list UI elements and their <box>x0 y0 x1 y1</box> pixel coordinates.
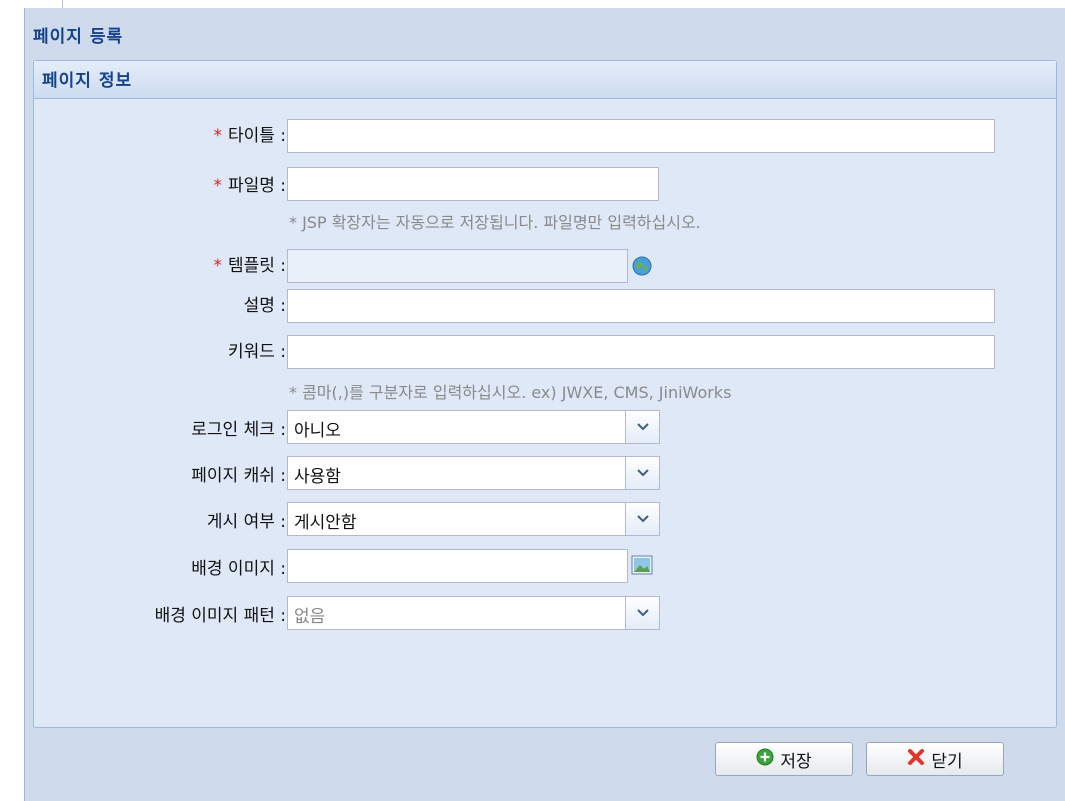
plus-circle-icon <box>756 748 774 771</box>
publish-value: 게시안함 <box>294 513 357 533</box>
template-label-text: 템플릿 : <box>227 256 286 276</box>
page-cache-label-text: 페이지 캐쉬 : <box>191 466 286 486</box>
divider <box>62 0 63 8</box>
filename-label: * 파일명 : <box>42 171 286 196</box>
filename-label-text: 파일명 : <box>227 176 286 196</box>
fieldset-title: 페이지 정보 <box>42 71 133 91</box>
publish-label: 게시 여부 : <box>42 507 286 532</box>
top-strip <box>0 0 1065 8</box>
template-label: * 템플릿 : <box>42 251 286 276</box>
bg-image-label-text: 배경 이미지 : <box>191 559 286 579</box>
chevron-down-icon[interactable] <box>625 597 659 629</box>
bg-image-label: 배경 이미지 : <box>42 554 286 579</box>
keywords-input[interactable] <box>287 335 995 369</box>
save-label: 저장 <box>780 751 812 772</box>
keywords-label-text: 키워드 : <box>227 342 286 362</box>
keywords-label: 키워드 : <box>42 337 286 362</box>
page-info-fieldset: 페이지 정보 * 타이틀 : * 파일명 : * JSP 확장자는 자동으로 저장됩… <box>33 60 1057 728</box>
publish-label-text: 게시 여부 : <box>206 512 286 532</box>
title-input[interactable] <box>287 119 995 153</box>
filename-hint: * JSP 확장자는 자동으로 저장됩니다. 파일명만 입력하십시오. <box>289 213 701 232</box>
template-input[interactable] <box>287 249 628 283</box>
required-mark: * <box>213 176 222 196</box>
footer: 저장 닫기 <box>25 728 1065 801</box>
fieldset-header: 페이지 정보 <box>34 61 1056 99</box>
window-title: 페이지 등록 <box>33 27 124 47</box>
globe-icon[interactable] <box>629 253 655 279</box>
page-cache-value: 사용함 <box>294 467 341 487</box>
description-input[interactable] <box>287 289 995 323</box>
required-mark: * <box>213 256 222 276</box>
title-label-text: 타이틀 : <box>227 126 286 146</box>
close-button[interactable]: 닫기 <box>866 742 1004 776</box>
login-check-label: 로그인 체크 : <box>42 415 286 440</box>
close-x-icon <box>907 748 925 771</box>
publish-select[interactable]: 게시안함 <box>287 502 660 536</box>
page: 페이지 등록 페이지 정보 * 타이틀 : * 파일명 : * JSP 확장자는 자… <box>0 0 1065 801</box>
bg-pattern-label-text: 배경 이미지 패턴 : <box>154 606 286 626</box>
login-check-label-text: 로그인 체크 : <box>191 420 286 440</box>
login-check-value: 아니오 <box>294 421 341 441</box>
bg-image-input[interactable] <box>287 549 628 583</box>
image-icon[interactable] <box>629 552 655 578</box>
bg-pattern-label: 배경 이미지 패턴 : <box>42 601 286 626</box>
chevron-down-icon[interactable] <box>625 503 659 535</box>
chevron-down-icon[interactable] <box>625 457 659 489</box>
title-label: * 타이틀 : <box>42 121 286 146</box>
close-label: 닫기 <box>931 751 963 772</box>
save-button[interactable]: 저장 <box>715 742 853 776</box>
login-check-select[interactable]: 아니오 <box>287 410 660 444</box>
page-cache-select[interactable]: 사용함 <box>287 456 660 490</box>
description-label-text: 설명 : <box>243 296 286 316</box>
filename-input[interactable] <box>287 167 659 201</box>
page-cache-label: 페이지 캐쉬 : <box>42 461 286 486</box>
page-register-window: 페이지 등록 페이지 정보 * 타이틀 : * 파일명 : * JSP 확장자는 자… <box>24 8 1065 801</box>
bg-pattern-select[interactable]: 없음 <box>287 596 660 630</box>
chevron-down-icon[interactable] <box>625 411 659 443</box>
required-mark: * <box>213 126 222 146</box>
keywords-hint: * 콤마(,)를 구분자로 입력하십시오. ex) JWXE, CMS, Jin… <box>289 383 732 402</box>
bg-pattern-value: 없음 <box>294 607 326 627</box>
description-label: 설명 : <box>42 291 286 316</box>
